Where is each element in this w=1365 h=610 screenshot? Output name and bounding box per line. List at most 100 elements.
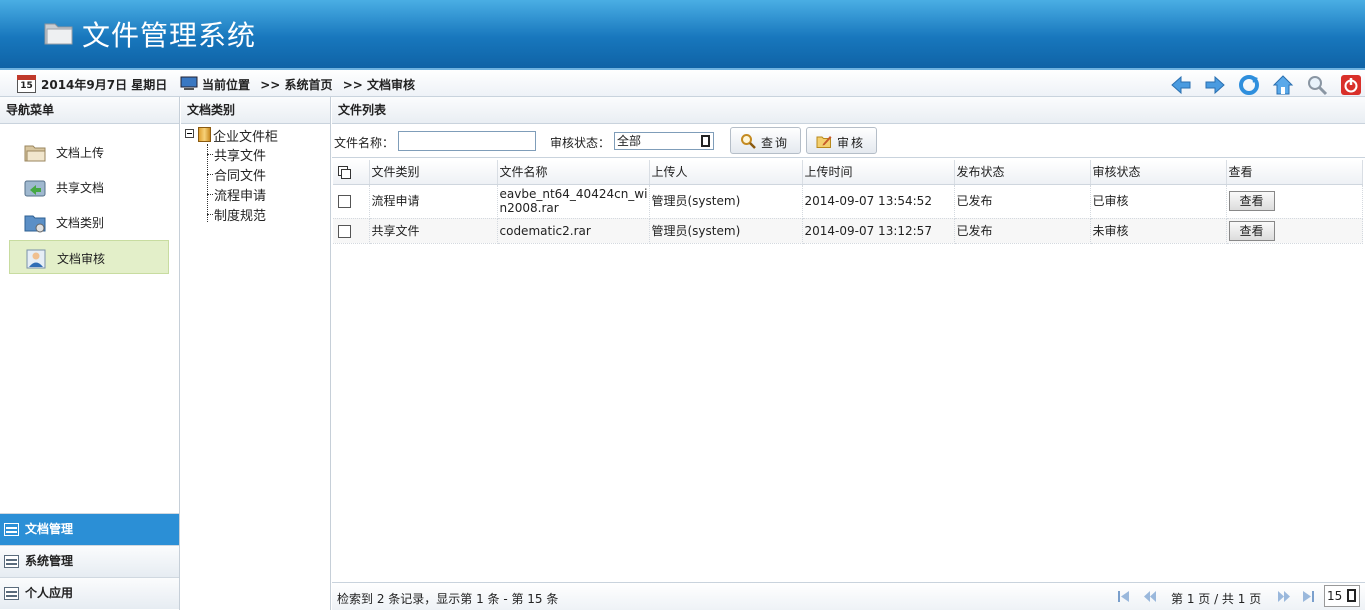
app-header: 文件管理系统 <box>0 0 1365 68</box>
query-button-label: 查询 <box>761 136 790 150</box>
cell-audit-status: 已审核 <box>1090 184 1227 219</box>
magnifier-icon <box>741 134 756 149</box>
table-row[interactable]: 共享文件 codematic2.rar 管理员(system) 2014-09-… <box>333 218 1363 244</box>
home-icon[interactable] <box>1272 74 1294 96</box>
cell-upload-time: 2014-09-07 13:54:52 <box>802 184 955 219</box>
back-arrow-icon[interactable] <box>1170 74 1192 96</box>
row-checkbox[interactable] <box>338 195 351 208</box>
row-checkbox-cell <box>333 184 370 219</box>
cabinet-icon <box>198 127 211 142</box>
accordion-label: 系统管理 <box>25 554 74 568</box>
share-icon <box>24 180 46 197</box>
col-header[interactable]: 审核状态 <box>1090 160 1227 185</box>
page-size-value: 15 <box>1327 589 1343 603</box>
col-header[interactable]: 上传人 <box>649 160 803 185</box>
cell-upload-time: 2014-09-07 13:12:57 <box>802 218 955 244</box>
next-page-icon[interactable] <box>1277 590 1291 603</box>
nav-panel: 导航菜单 文档上传 共享文档 文档类别 文档审核 文档管理 系统管理 个人应用 <box>0 97 180 610</box>
col-header[interactable]: 发布状态 <box>954 160 1091 185</box>
nav-item-label: 共享文档 <box>56 181 105 195</box>
query-button[interactable]: 查询 <box>730 127 801 154</box>
list-icon <box>4 587 19 600</box>
audit-status-value: 全部 <box>617 134 642 148</box>
cell-file-name: eavbe_nt64_40424cn_win2008.rar <box>497 184 650 219</box>
user-icon <box>26 249 46 269</box>
nav-item-category[interactable]: 文档类别 <box>9 205 169 239</box>
current-date: 2014年9月7日 星期日 <box>41 78 168 92</box>
row-checkbox-cell <box>333 218 370 244</box>
file-name-label: 文件名称： <box>334 136 395 150</box>
cell-publish-status: 已发布 <box>954 184 1091 219</box>
nav-item-upload[interactable]: 文档上传 <box>9 135 169 169</box>
accordion-label: 文档管理 <box>25 522 74 536</box>
forward-arrow-icon[interactable] <box>1204 74 1226 96</box>
cell-audit-status: 未审核 <box>1090 218 1227 244</box>
tree-root-label: 企业文件柜 <box>213 130 279 145</box>
cell-file-name: codematic2.rar <box>497 218 650 244</box>
edit-folder-icon <box>816 136 832 148</box>
nav-item-label: 文档上传 <box>56 146 105 160</box>
file-table: 文件类别 文件名称 上传人 上传时间 发布状态 审核状态 查看 流程申请 eav… <box>333 160 1363 244</box>
col-header[interactable]: 上传时间 <box>802 160 955 185</box>
breadcrumb-current: >> 文档审核 <box>342 78 415 92</box>
category-panel: 文档类别 企业文件柜 共享文件 合同文件 流程申请 制度规范 <box>181 97 331 610</box>
dropdown-icon[interactable] <box>1347 589 1356 602</box>
nav-item-label: 文档审核 <box>57 252 106 266</box>
list-icon <box>4 555 19 568</box>
record-count: 检索到 2 条记录，显示第 1 条 - 第 15 条 <box>337 592 559 606</box>
accordion-personal-apps[interactable]: 个人应用 <box>0 577 179 609</box>
nav-item-shared[interactable]: 共享文档 <box>9 170 169 204</box>
accordion-doc-management[interactable]: 文档管理 <box>0 513 179 545</box>
last-page-icon[interactable] <box>1301 590 1315 603</box>
cell-category: 共享文件 <box>369 218 498 244</box>
computer-icon <box>180 76 198 90</box>
cell-view: 查看 <box>1226 184 1363 219</box>
audit-status-select[interactable]: 全部 <box>614 132 714 150</box>
nav-item-label: 文档类别 <box>56 216 105 230</box>
cell-publish-status: 已发布 <box>954 218 1091 244</box>
folder-icon <box>44 23 73 45</box>
table-row[interactable]: 流程申请 eavbe_nt64_40424cn_win2008.rar 管理员(… <box>333 184 1363 219</box>
app-title: 文件管理系统 <box>82 19 257 52</box>
tree-node-label: 合同文件 <box>214 169 267 184</box>
col-header[interactable]: 文件名称 <box>497 160 650 185</box>
file-list-panel: 文件列表 文件名称： 审核状态： 全部 查询 审核 文件类别 文件名称 上传人 … <box>332 97 1365 610</box>
folder-icon <box>24 145 46 162</box>
pagination-bar: 检索到 2 条记录，显示第 1 条 - 第 15 条 第 1 页 / 共 1 页… <box>332 582 1365 610</box>
select-all-header[interactable] <box>333 160 370 185</box>
table-header-row: 文件类别 文件名称 上传人 上传时间 发布状态 审核状态 查看 <box>333 160 1363 185</box>
previous-page-icon[interactable] <box>1143 590 1157 603</box>
power-icon[interactable] <box>1340 74 1362 96</box>
file-list-title: 文件列表 <box>332 97 1365 124</box>
view-button[interactable]: 查看 <box>1228 220 1275 241</box>
file-name-input[interactable] <box>398 131 536 151</box>
audit-status-label: 审核状态： <box>550 136 611 150</box>
breadcrumb-home[interactable]: >> 系统首页 <box>260 78 332 92</box>
toolbar: 15 2014年9月7日 星期日 当前位置 >> 系统首页 >> 文档审核 <box>0 68 1365 97</box>
search-icon[interactable] <box>1306 74 1328 96</box>
page-size-select[interactable]: 15 <box>1324 585 1360 607</box>
collapse-icon[interactable] <box>185 129 194 138</box>
nav-item-audit[interactable]: 文档审核 <box>9 240 169 274</box>
dropdown-icon[interactable] <box>701 135 710 147</box>
nav-title: 导航菜单 <box>0 97 179 124</box>
row-checkbox[interactable] <box>338 224 351 238</box>
location-label: 当前位置 <box>202 78 251 92</box>
accordion-system-management[interactable]: 系统管理 <box>0 545 179 577</box>
cell-uploader: 管理员(system) <box>649 184 803 219</box>
accordion-label: 个人应用 <box>25 586 74 600</box>
select-all-icon[interactable] <box>338 165 351 179</box>
audit-button-label: 审核 <box>837 136 866 150</box>
refresh-icon[interactable] <box>1238 74 1260 96</box>
cell-category: 流程申请 <box>369 184 498 219</box>
view-button[interactable]: 查看 <box>1228 191 1275 211</box>
breadcrumb: 当前位置 >> 系统首页 >> 文档审核 <box>202 76 421 93</box>
folder-settings-icon <box>24 215 46 233</box>
tree-node-label: 制度规范 <box>214 209 267 224</box>
search-bar: 文件名称： 审核状态： 全部 查询 审核 <box>332 124 1365 158</box>
audit-button[interactable]: 审核 <box>806 127 877 154</box>
col-header: 查看 <box>1226 160 1363 185</box>
first-page-icon[interactable] <box>1117 590 1131 603</box>
cell-uploader: 管理员(system) <box>649 218 803 244</box>
col-header[interactable]: 文件类别 <box>369 160 498 185</box>
